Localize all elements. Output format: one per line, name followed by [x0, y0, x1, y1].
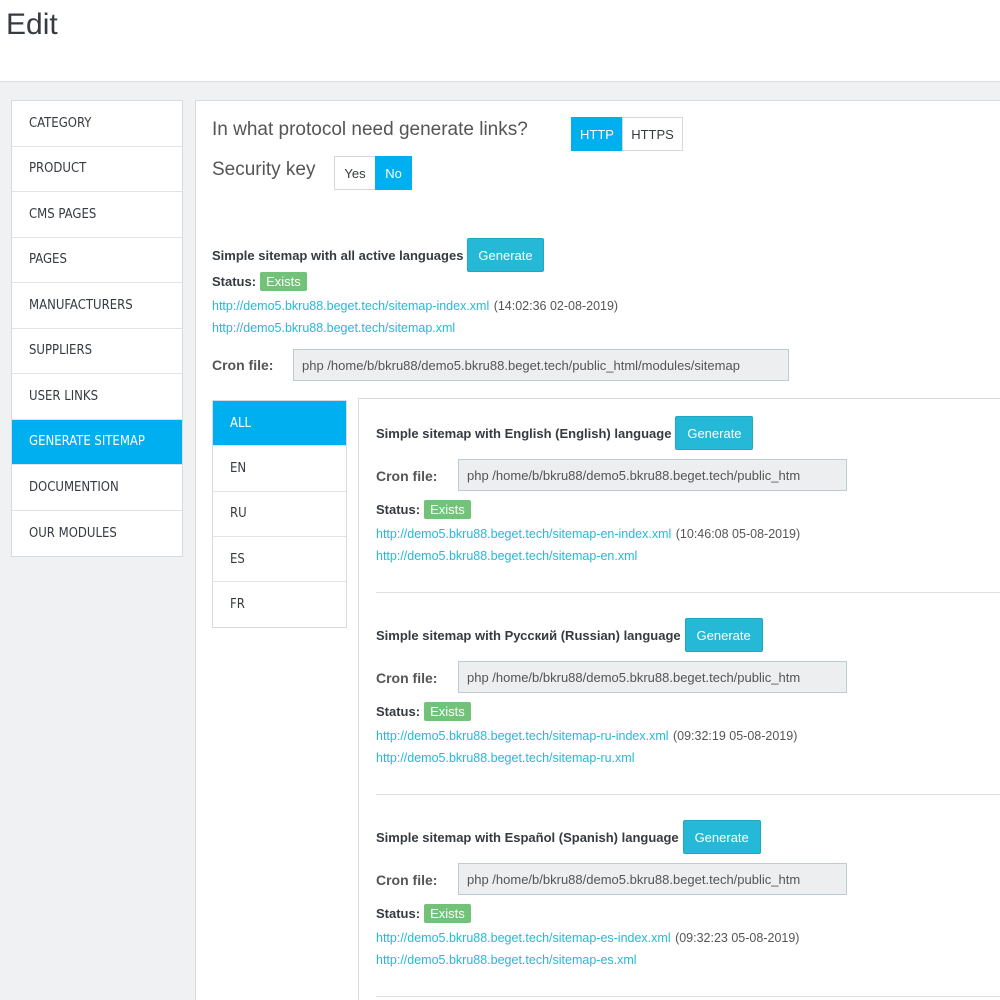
- language-tabs: ALL EN RU ES FR: [212, 400, 347, 629]
- all-languages-status: Status: Exists: [212, 272, 307, 291]
- generate-es-button[interactable]: Generate: [682, 820, 761, 854]
- sidebar-item-user-links[interactable]: USER LINKS: [12, 374, 182, 420]
- lang-en-main-link[interactable]: http://demo5.bkru88.beget.tech/sitemap-e…: [376, 549, 637, 563]
- lang-en-status: Status: Exists: [376, 500, 471, 519]
- sitemap-link[interactable]: http://demo5.bkru88.beget.tech/sitemap.x…: [212, 321, 455, 335]
- page-title: Edit: [6, 8, 58, 41]
- protocol-https-button[interactable]: HTTPS: [622, 117, 683, 151]
- tab-es[interactable]: ES: [213, 537, 346, 583]
- tab-ru[interactable]: RU: [213, 492, 346, 537]
- status-label: Status:: [212, 274, 257, 289]
- lang-ru-status-badge: Exists: [424, 702, 471, 721]
- security-yes-button[interactable]: Yes: [334, 156, 376, 190]
- lang-en-index-time: (10:46:08 05-08-2019): [675, 527, 801, 541]
- lang-ru-main-link[interactable]: http://demo5.bkru88.beget.tech/sitemap-r…: [376, 751, 634, 765]
- tab-en[interactable]: EN: [213, 446, 346, 492]
- lang-es-status: Status: Exists: [376, 904, 471, 923]
- lang-es-status-label: Status:: [376, 906, 421, 921]
- sidebar-item-generate-sitemap[interactable]: GENERATE SITEMAP: [12, 419, 182, 465]
- lang-en-status-badge: Exists: [424, 500, 471, 519]
- sidebar-item-documention[interactable]: DOCUMENTION: [12, 465, 182, 511]
- sidebar-item-cms-pages[interactable]: CMS PAGES: [12, 192, 182, 238]
- generate-ru-button[interactable]: Generate: [684, 618, 763, 652]
- lang-es-cron-label: Cron file:: [376, 872, 438, 888]
- lang-es-index-link[interactable]: http://demo5.bkru88.beget.tech/sitemap-e…: [376, 931, 671, 945]
- protocol-question: In what protocol need generate links?: [212, 119, 528, 140]
- lang-ru-title: Simple sitemap with Русский (Russian) la…: [376, 627, 681, 643]
- section-divider: [376, 592, 1000, 593]
- lang-en-title: Simple sitemap with English (English) la…: [376, 425, 672, 441]
- lang-es-main-line: http://demo5.bkru88.beget.tech/sitemap-e…: [376, 951, 637, 969]
- lang-es-index-time: (09:32:23 05-08-2019): [675, 931, 800, 945]
- lang-ru-header: Simple sitemap with Русский (Russian) la…: [376, 618, 763, 652]
- lang-es-cron-field[interactable]: php /home/b/bkru88/demo5.bkru88.beget.te…: [458, 863, 847, 895]
- all-languages-title: Simple sitemap with all active languages: [212, 247, 464, 263]
- generate-en-button[interactable]: Generate: [675, 416, 754, 450]
- sidebar-item-category[interactable]: CATEGORY: [12, 101, 182, 147]
- lang-en-cron-label: Cron file:: [376, 468, 438, 484]
- lang-ru-index-line: http://demo5.bkru88.beget.tech/sitemap-r…: [376, 727, 797, 745]
- lang-es-title: Simple sitemap with Español (Spanish) la…: [376, 829, 679, 845]
- security-key-toggle: Yes No: [334, 156, 412, 190]
- sitemap-index-time: (14:02:36 02-08-2019): [493, 299, 619, 313]
- lang-ru-index-time: (09:32:19 05-08-2019): [672, 729, 798, 743]
- all-languages-header: Simple sitemap with all active languages…: [212, 238, 544, 272]
- section-divider: [376, 794, 1000, 795]
- lang-ru-main-line: http://demo5.bkru88.beget.tech/sitemap-r…: [376, 749, 634, 767]
- sidebar-item-pages[interactable]: PAGES: [12, 238, 182, 283]
- lang-en-status-label: Status:: [376, 502, 421, 517]
- all-languages-main-line: http://demo5.bkru88.beget.tech/sitemap.x…: [212, 319, 455, 337]
- lang-ru-cron-label: Cron file:: [376, 670, 438, 686]
- lang-ru-status: Status: Exists: [376, 702, 471, 721]
- lang-es-main-link[interactable]: http://demo5.bkru88.beget.tech/sitemap-e…: [376, 953, 637, 967]
- sitemap-index-link[interactable]: http://demo5.bkru88.beget.tech/sitemap-i…: [212, 299, 489, 313]
- lang-en-main-line: http://demo5.bkru88.beget.tech/sitemap-e…: [376, 547, 637, 565]
- lang-en-index-link[interactable]: http://demo5.bkru88.beget.tech/sitemap-e…: [376, 527, 671, 541]
- security-no-button[interactable]: No: [375, 156, 412, 190]
- sidebar: CATEGORY PRODUCT CMS PAGES PAGES MANUFAC…: [11, 100, 183, 557]
- cron-file-field[interactable]: php /home/b/bkru88/demo5.bkru88.beget.te…: [293, 349, 789, 381]
- lang-en-header: Simple sitemap with English (English) la…: [376, 416, 754, 450]
- lang-en-cron-field[interactable]: php /home/b/bkru88/demo5.bkru88.beget.te…: [458, 459, 847, 491]
- protocol-toggle: HTTP HTTPS: [571, 117, 683, 151]
- sidebar-item-manufacturers[interactable]: MANUFACTURERS: [12, 283, 182, 329]
- lang-ru-index-link[interactable]: http://demo5.bkru88.beget.tech/sitemap-r…: [376, 729, 669, 743]
- lang-es-status-badge: Exists: [424, 904, 471, 923]
- lang-en-index-line: http://demo5.bkru88.beget.tech/sitemap-e…: [376, 525, 800, 543]
- protocol-http-button[interactable]: HTTP: [571, 117, 623, 151]
- lang-es-index-line: http://demo5.bkru88.beget.tech/sitemap-e…: [376, 929, 799, 947]
- lang-ru-status-label: Status:: [376, 704, 421, 719]
- tab-all[interactable]: ALL: [213, 401, 346, 447]
- tab-fr[interactable]: FR: [213, 582, 346, 627]
- lang-ru-cron-field[interactable]: php /home/b/bkru88/demo5.bkru88.beget.te…: [458, 661, 847, 693]
- lang-es-header: Simple sitemap with Español (Spanish) la…: [376, 820, 761, 854]
- cron-label: Cron file:: [212, 357, 274, 373]
- generate-all-button[interactable]: Generate: [467, 238, 544, 272]
- sidebar-item-suppliers[interactable]: SUPPLIERS: [12, 329, 182, 374]
- security-key-label: Security key: [212, 159, 316, 180]
- sidebar-item-our-modules[interactable]: OUR MODULES: [12, 511, 182, 557]
- sidebar-item-product[interactable]: PRODUCT: [12, 147, 182, 192]
- section-divider: [376, 996, 1000, 997]
- all-languages-index-line: http://demo5.bkru88.beget.tech/sitemap-i…: [212, 297, 618, 315]
- status-badge: Exists: [260, 272, 307, 291]
- page-header: Edit: [0, 0, 1000, 82]
